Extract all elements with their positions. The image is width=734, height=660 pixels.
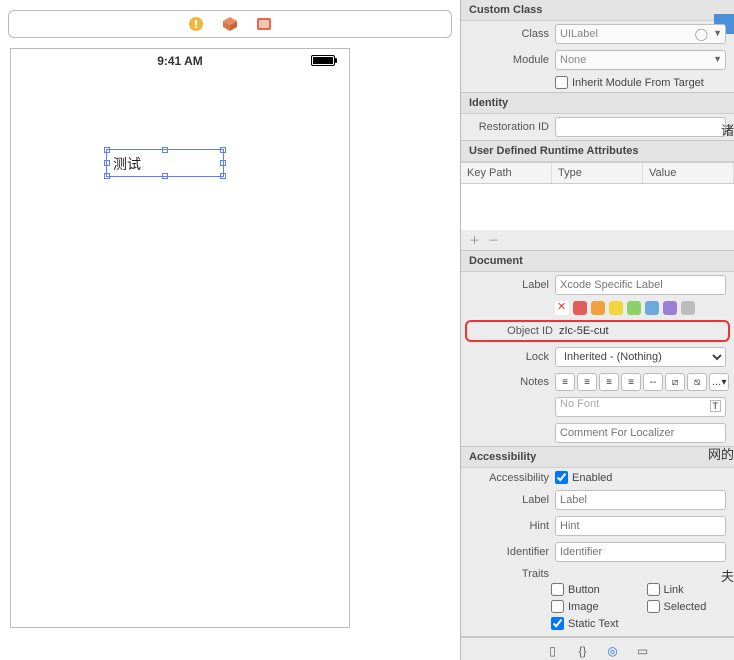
section-header: Accessibility — [461, 447, 734, 468]
cropped-text: 夫 — [721, 566, 734, 585]
cropped-text: 网的 — [708, 444, 734, 463]
align-left-icon[interactable]: ≡ — [555, 373, 575, 391]
accessibility-enabled-checkbox[interactable] — [555, 471, 568, 484]
chevron-down-icon[interactable]: ▼ — [713, 28, 722, 38]
section-header: Identity — [461, 93, 734, 114]
enabled-text: Enabled — [572, 472, 612, 484]
swatch-none[interactable] — [555, 301, 569, 315]
notes-label: Notes — [469, 376, 549, 388]
runtime-attrs-table-header: Key Path Type Value — [461, 162, 734, 184]
acc-label-label: Label — [469, 494, 549, 506]
section-header: Custom Class — [461, 0, 734, 21]
lock-select[interactable]: Inherited - (Nothing) — [555, 347, 726, 367]
accessibility-section: Accessibility Accessibility Enabled Labe… — [461, 447, 734, 637]
acc-identifier-label: Identifier — [469, 546, 549, 558]
trait-button-label: Button — [568, 584, 600, 596]
status-bar: 9:41 AM — [11, 55, 349, 66]
trait-link-checkbox[interactable] — [647, 583, 660, 596]
diag-1-icon[interactable]: ⧄ — [665, 373, 685, 391]
acc-hint-field[interactable] — [555, 516, 726, 536]
localizer-comment-field[interactable] — [555, 423, 726, 443]
trait-button-checkbox[interactable] — [551, 583, 564, 596]
col-type[interactable]: Type — [552, 163, 643, 183]
trait-selected-label: Selected — [664, 601, 707, 613]
label-color-swatches — [555, 301, 726, 315]
align-center-icon[interactable]: ≡ — [577, 373, 597, 391]
acc-hint-label: Hint — [469, 520, 549, 532]
notes-toolbar: ≡ ≡ ≡ ≡ -- ⧄ ⧅ …▾ — [555, 373, 729, 391]
add-attribute-button[interactable]: ＋ — [469, 232, 480, 248]
code-snippet-icon[interactable]: {} — [575, 644, 591, 658]
trait-selected-checkbox[interactable] — [647, 600, 660, 613]
file-template-icon[interactable]: ▯ — [545, 644, 561, 658]
object-id-value: zIc-5E-cut — [559, 325, 722, 337]
acc-identifier-field[interactable] — [555, 542, 726, 562]
media-library-icon[interactable]: ▭ — [635, 644, 651, 658]
align-justify-icon[interactable]: ≡ — [621, 373, 641, 391]
swatch-orange[interactable] — [591, 301, 605, 315]
document-label-label: Label — [469, 279, 549, 291]
identity-section: Identity Restoration ID — [461, 93, 734, 141]
trait-link-label: Link — [664, 584, 684, 596]
section-header: Document — [461, 251, 734, 272]
class-label: Class — [469, 28, 549, 40]
font-box[interactable]: No Font — [555, 397, 726, 417]
cropped-text: 诸 — [721, 120, 734, 139]
object-library-icon[interactable]: ◎ — [605, 644, 621, 658]
restoration-id-label: Restoration ID — [469, 121, 549, 133]
module-label: Module — [469, 54, 549, 66]
lock-label: Lock — [469, 351, 549, 363]
acc-label-field[interactable] — [555, 490, 726, 510]
scene-icon[interactable] — [256, 16, 272, 32]
trait-static-text-checkbox[interactable] — [551, 617, 564, 630]
col-keypath[interactable]: Key Path — [461, 163, 552, 183]
traits-label: Traits — [469, 568, 549, 580]
identity-inspector-panel: Custom Class Class ◯ ▼ Module ▼ Inherit … — [460, 0, 734, 660]
runtime-attributes-section: User Defined Runtime Attributes Key Path… — [461, 141, 734, 251]
object-id-highlight: Object ID zIc-5E-cut — [465, 320, 730, 342]
cube-icon[interactable] — [222, 16, 238, 32]
inherit-module-label: Inherit Module From Target — [572, 77, 704, 89]
font-picker-icon[interactable]: T — [710, 400, 722, 412]
dash-icon[interactable]: -- — [643, 373, 663, 391]
trait-static-text-label: Static Text — [568, 618, 619, 630]
swatch-yellow[interactable] — [609, 301, 623, 315]
warning-icon[interactable] — [188, 16, 204, 32]
document-section: Document Label Object ID zIc-5E-cut — [461, 251, 734, 447]
col-value[interactable]: Value — [643, 163, 734, 183]
battery-icon — [311, 55, 335, 66]
section-header: User Defined Runtime Attributes — [461, 141, 734, 162]
swatch-green[interactable] — [627, 301, 641, 315]
trait-image-checkbox[interactable] — [551, 600, 564, 613]
object-id-label: Object ID — [473, 325, 553, 337]
module-field[interactable] — [555, 50, 726, 70]
document-label-field[interactable] — [555, 275, 726, 295]
inherit-module-checkbox[interactable] — [555, 76, 568, 89]
chevron-down-icon[interactable]: ▼ — [713, 54, 722, 64]
more-icon[interactable]: …▾ — [709, 373, 729, 391]
custom-class-section: Custom Class Class ◯ ▼ Module ▼ Inherit … — [461, 0, 734, 93]
accessibility-label: Accessibility — [469, 472, 549, 484]
swatch-purple[interactable] — [663, 301, 677, 315]
align-right-icon[interactable]: ≡ — [599, 373, 619, 391]
swatch-gray[interactable] — [681, 301, 695, 315]
status-bar-time: 9:41 AM — [157, 54, 203, 68]
trait-image-label: Image — [568, 601, 599, 613]
class-circle-icon[interactable]: ◯ — [695, 27, 708, 41]
swatch-red[interactable] — [573, 301, 587, 315]
remove-attribute-button[interactable]: － — [488, 232, 499, 248]
library-tab-bar: ▯ {} ◎ ▭ — [461, 637, 734, 660]
selected-uilabel[interactable]: 测试 — [106, 149, 224, 177]
interface-builder-canvas[interactable]: 9:41 AM 测试 — [0, 0, 460, 660]
runtime-attrs-table-body[interactable] — [461, 184, 734, 230]
canvas-toolbar — [8, 10, 452, 38]
swatch-blue[interactable] — [645, 301, 659, 315]
restoration-id-field[interactable] — [555, 117, 726, 137]
device-simulator-view[interactable]: 9:41 AM 测试 — [10, 48, 350, 628]
diag-2-icon[interactable]: ⧅ — [687, 373, 707, 391]
